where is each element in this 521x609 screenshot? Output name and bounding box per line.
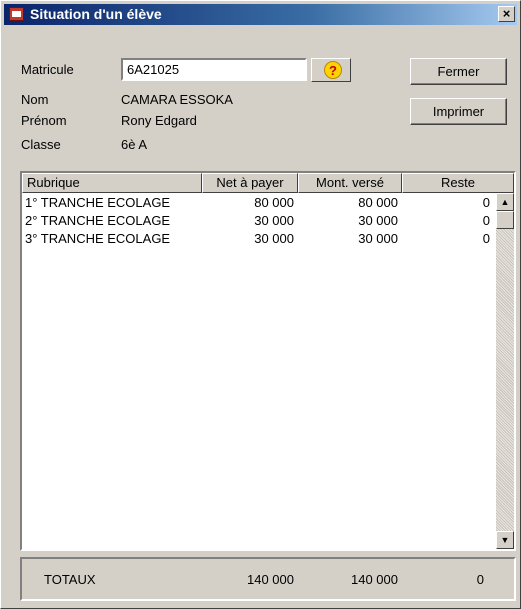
column-header-verse[interactable]: Mont. versé xyxy=(298,173,402,193)
app-icon xyxy=(9,7,24,21)
cell-verse: 30 000 xyxy=(358,213,398,228)
total-reste: 0 xyxy=(476,572,484,587)
total-verse: 140 000 xyxy=(351,572,398,587)
fermer-button[interactable]: Fermer xyxy=(410,58,507,85)
cell-net: 30 000 xyxy=(254,231,294,246)
scroll-up-icon[interactable]: ▲ xyxy=(496,193,514,211)
column-header-rubrique[interactable]: Rubrique xyxy=(22,173,202,193)
nom-label: Nom xyxy=(21,92,49,107)
cell-net: 30 000 xyxy=(254,213,294,228)
close-button[interactable]: × xyxy=(498,6,515,22)
cell-net: 80 000 xyxy=(254,195,294,210)
fees-list[interactable]: Rubrique Net à payer Mont. versé Reste 1… xyxy=(20,171,516,551)
column-header-reste[interactable]: Reste xyxy=(402,173,514,193)
totals-panel: TOTAUX 140 000 140 000 0 xyxy=(20,557,516,601)
table-row[interactable]: 1° TRANCHE ECOLAGE 80 000 80 000 0 xyxy=(22,194,492,212)
prenom-value: Rony Edgard xyxy=(121,113,197,128)
scroll-thumb[interactable] xyxy=(496,211,514,229)
classe-value: 6è A xyxy=(121,137,148,152)
prenom-label: Prénom xyxy=(21,113,67,128)
cell-verse: 80 000 xyxy=(358,195,398,210)
totals-label: TOTAUX xyxy=(44,572,96,587)
question-mark-icon: ? xyxy=(324,61,342,79)
student-situation-window: Situation d'un élève × Matricule 6A21025… xyxy=(0,0,521,609)
column-header-net[interactable]: Net à payer xyxy=(202,173,298,193)
cell-verse: 30 000 xyxy=(358,231,398,246)
vertical-scrollbar[interactable]: ▲ ▼ xyxy=(496,193,514,549)
cell-rubrique: 2° TRANCHE ECOLAGE xyxy=(25,213,171,228)
cell-reste: 0 xyxy=(482,195,490,210)
scroll-down-icon[interactable]: ▼ xyxy=(496,531,514,549)
cell-rubrique: 3° TRANCHE ECOLAGE xyxy=(25,231,171,246)
cell-reste: 0 xyxy=(482,213,490,228)
help-button[interactable]: ? xyxy=(311,58,351,82)
table-row[interactable]: 2° TRANCHE ECOLAGE 30 000 30 000 0 xyxy=(22,212,492,230)
cell-rubrique: 1° TRANCHE ECOLAGE xyxy=(25,195,171,210)
classe-label: Classe xyxy=(21,137,61,152)
matricule-input[interactable]: 6A21025 xyxy=(121,58,307,81)
total-net: 140 000 xyxy=(247,572,294,587)
matricule-label: Matricule xyxy=(21,62,74,77)
window-title: Situation d'un élève xyxy=(30,6,162,22)
table-row[interactable]: 3° TRANCHE ECOLAGE 30 000 30 000 0 xyxy=(22,230,492,248)
nom-value: CAMARA ESSOKA xyxy=(121,92,233,107)
title-bar[interactable]: Situation d'un élève × xyxy=(4,4,517,25)
imprimer-button[interactable]: Imprimer xyxy=(410,98,507,125)
cell-reste: 0 xyxy=(482,231,490,246)
